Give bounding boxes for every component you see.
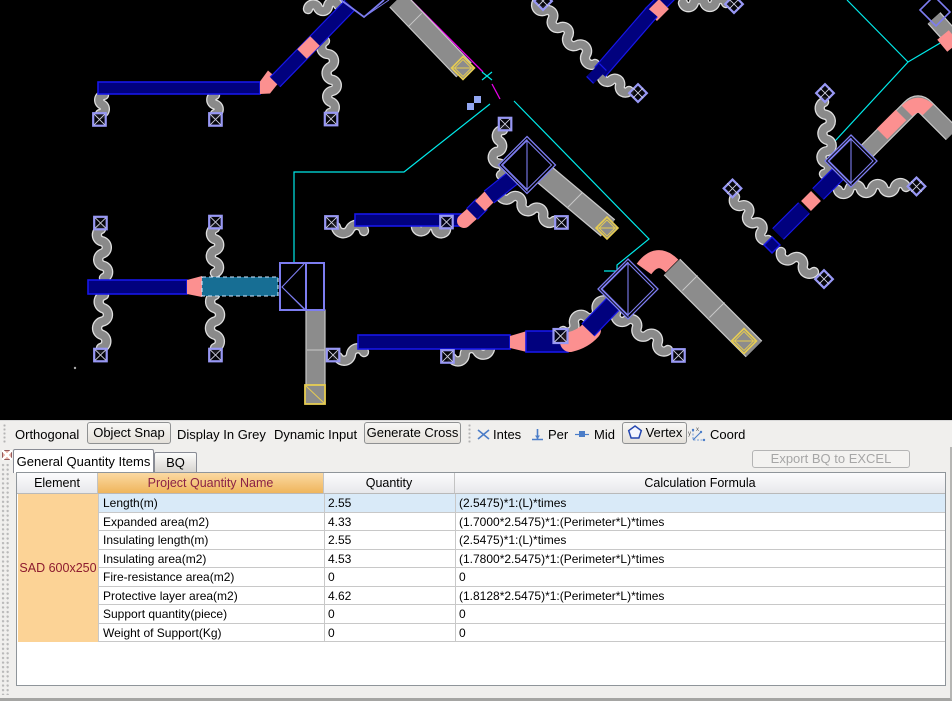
svg-text:x: x [696,427,699,433]
svg-text:y: y [688,431,691,437]
